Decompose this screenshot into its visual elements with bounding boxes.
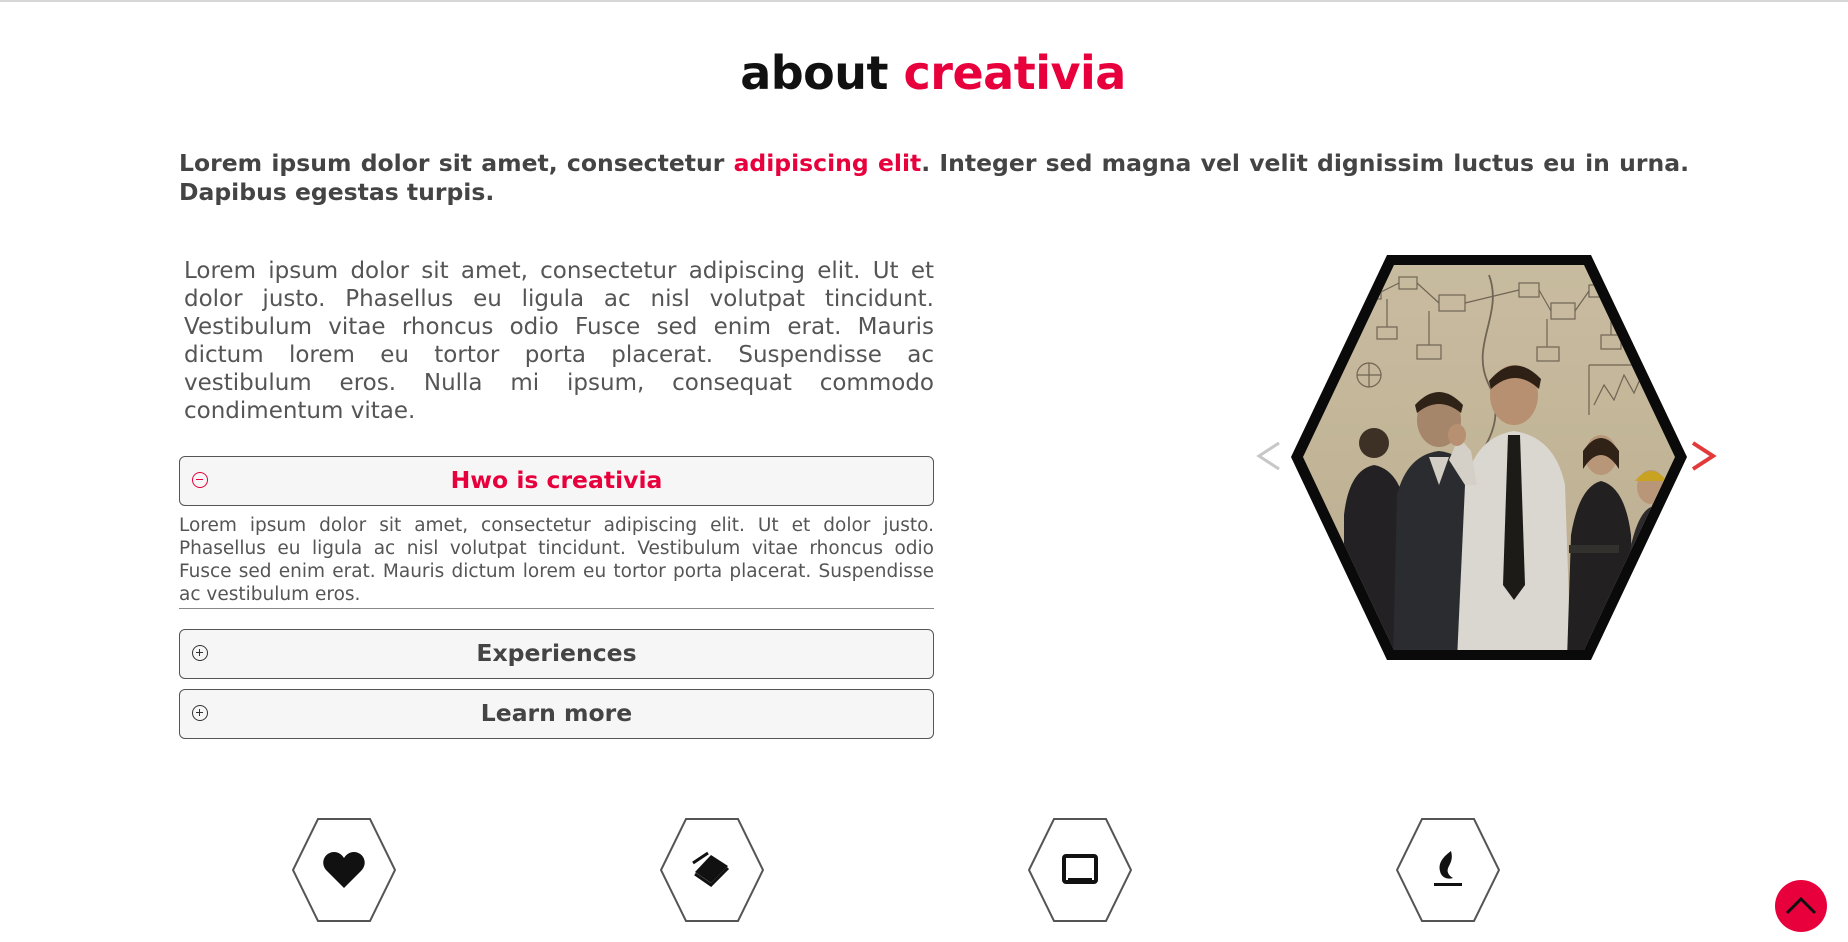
accordion-header-who-is-creativia[interactable]: Hwo is creativia	[179, 456, 934, 506]
accordion-title: Learn more	[480, 699, 633, 727]
section-title-main: about	[740, 46, 889, 100]
team-photo-hexagon	[1291, 255, 1687, 660]
accordion-header-experiences[interactable]: Experiences	[179, 629, 934, 679]
slider-next-button[interactable]	[1687, 439, 1717, 473]
heart-icon	[291, 818, 397, 922]
feature-tablet[interactable]	[1025, 815, 1135, 925]
lead-highlight: adipiscing elit	[733, 149, 922, 177]
intro-paragraph: Lorem ipsum dolor sit amet, consectetur …	[184, 258, 934, 424]
page: about creativia Lorem ipsum dolor sit am…	[0, 0, 1848, 942]
top-divider	[0, 0, 1848, 2]
chevron-right-icon	[1691, 441, 1717, 471]
image-slider	[1255, 255, 1717, 660]
lead-text-start: Lorem ipsum dolor sit amet, consectetur	[179, 149, 734, 177]
section-title: about creativia	[0, 46, 1848, 100]
feature-layers[interactable]	[657, 815, 767, 925]
slider-prev-button[interactable]	[1255, 439, 1285, 473]
flame-icon	[1395, 818, 1501, 922]
feature-heart[interactable]	[289, 815, 399, 925]
accordion-title: Experiences	[476, 639, 637, 667]
accordion-header-learn-more[interactable]: Learn more	[179, 689, 934, 739]
feature-icons-row	[0, 815, 1848, 942]
accordion-panel-who-is-creativia: Lorem ipsum dolor sit amet, consectetur …	[179, 514, 934, 609]
accordion-panel-text: Lorem ipsum dolor sit amet, consectetur …	[179, 515, 934, 605]
layers-icon	[659, 818, 765, 922]
back-to-top-button[interactable]	[1775, 880, 1827, 932]
chevron-up-icon	[1785, 896, 1817, 915]
tablet-icon	[1027, 818, 1133, 922]
lead-paragraph: Lorem ipsum dolor sit amet, consectetur …	[179, 149, 1689, 207]
section-title-accent: creativia	[903, 46, 1127, 100]
chevron-left-icon	[1256, 441, 1280, 471]
feature-flame[interactable]	[1393, 815, 1503, 925]
accordion-title: Hwo is creativia	[450, 466, 663, 494]
